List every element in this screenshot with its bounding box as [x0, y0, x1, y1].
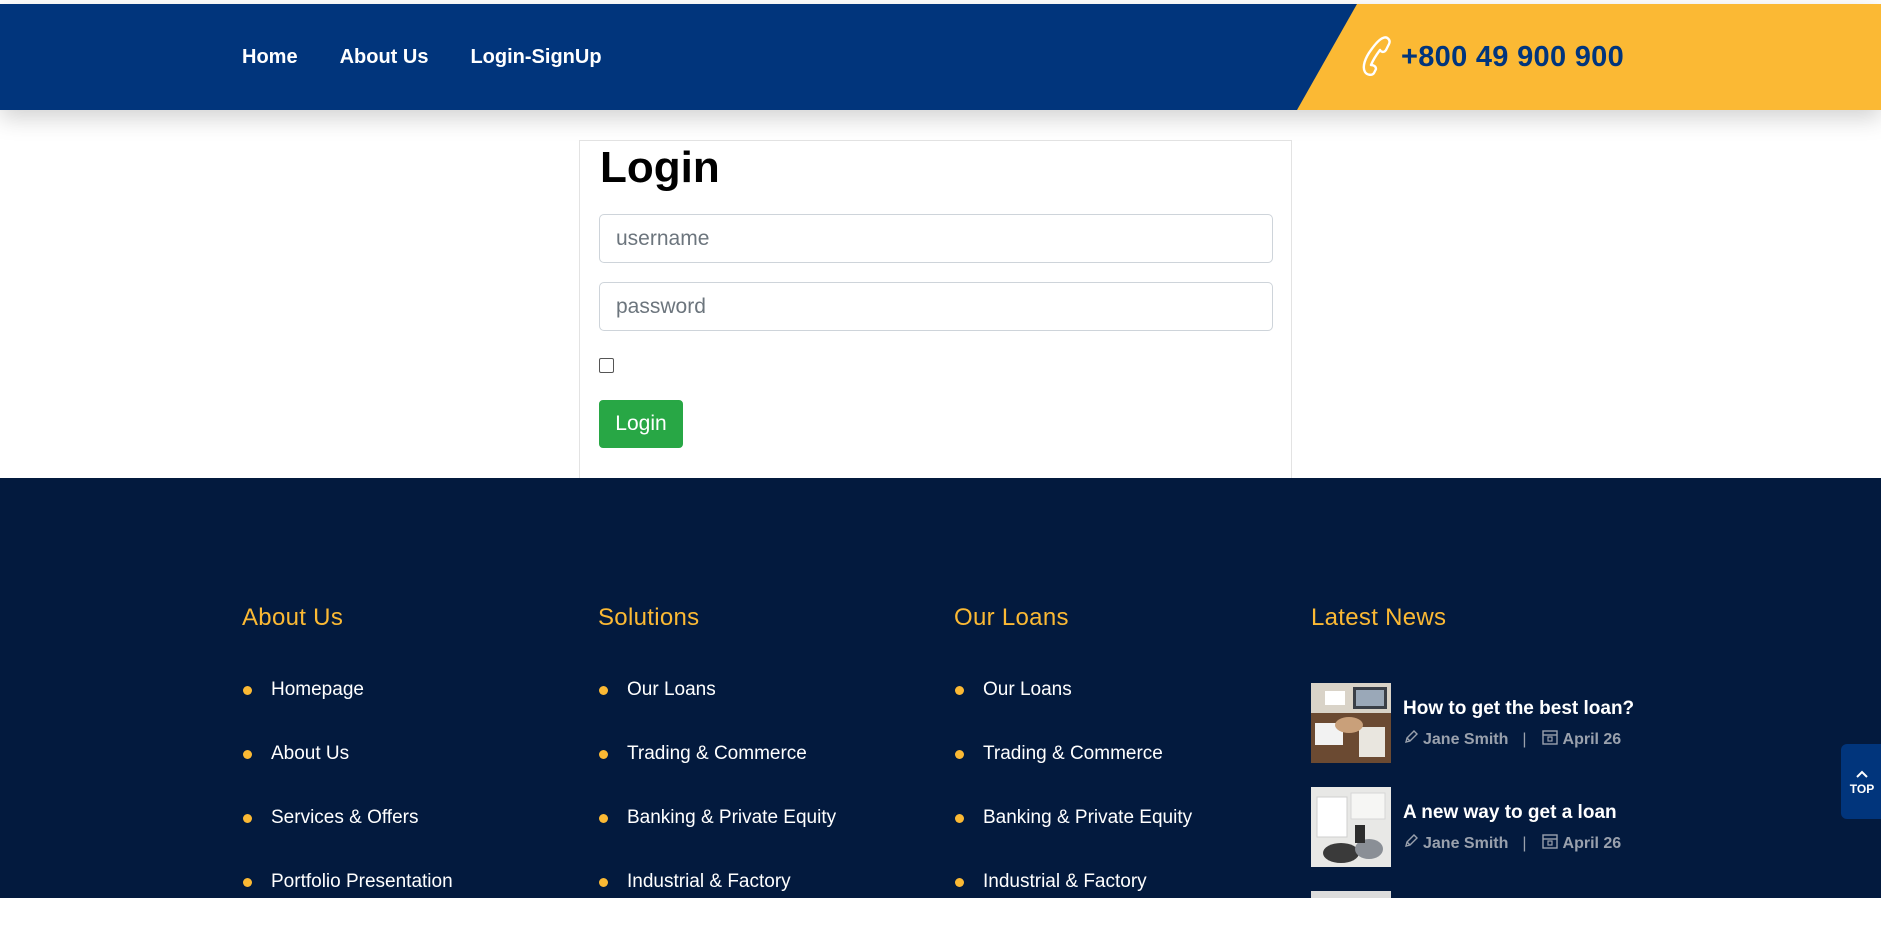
site-header: Home About Us Login-SignUp +800 49 900 9…	[0, 4, 1881, 110]
pencil-icon	[1403, 729, 1423, 750]
list-item: Homepage	[242, 679, 453, 743]
news-date: April 26	[1562, 834, 1622, 852]
password-input[interactable]	[599, 282, 1273, 331]
footer-link-banking[interactable]: Banking & Private Equity	[627, 807, 836, 828]
nav-login-signup[interactable]: Login-SignUp	[470, 46, 601, 69]
footer-link-our-loans[interactable]: Our Loans	[627, 679, 716, 700]
news-meta: Jane Smith | April 26	[1403, 832, 1621, 855]
news-thumbnail[interactable]	[1311, 683, 1391, 763]
list-item: Services & Offers	[242, 807, 453, 871]
login-form: Login Login	[579, 140, 1292, 480]
news-item[interactable]: A new way to get a loan Jane Smith | Apr…	[1311, 787, 1641, 867]
footer-about-title: About Us	[242, 604, 344, 631]
footer-link-banking[interactable]: Banking & Private Equity	[983, 807, 1192, 828]
news-item[interactable]	[1311, 891, 1641, 898]
footer-solutions-list: Our Loans Trading & Commerce Banking & P…	[598, 679, 836, 935]
nav-home[interactable]: Home	[242, 46, 298, 69]
list-item: Industrial & Factory	[954, 871, 1192, 935]
list-item: Trading & Commerce	[598, 743, 836, 807]
meta-separator: |	[1522, 834, 1527, 852]
calendar-icon	[1541, 832, 1563, 855]
footer-about-column: About Us Homepage About Us Services & Of…	[242, 604, 453, 935]
news-author: Jane Smith	[1423, 730, 1509, 748]
remember-checkbox[interactable]	[599, 358, 614, 373]
meta-separator: |	[1522, 730, 1527, 748]
news-title[interactable]: A new way to get a loan	[1403, 802, 1617, 824]
list-item: Our Loans	[598, 679, 836, 743]
chevron-up-icon	[1855, 768, 1869, 782]
footer-news-title: Latest News	[1311, 604, 1447, 631]
news-meta: Jane Smith | April 26	[1403, 728, 1621, 751]
footer-loans-title: Our Loans	[954, 604, 1069, 631]
phone-banner: +800 49 900 900	[1297, 4, 1881, 110]
back-to-top-button[interactable]: TOP	[1841, 744, 1881, 819]
news-author: Jane Smith	[1423, 834, 1509, 852]
footer-solutions-column: Solutions Our Loans Trading & Commerce B…	[598, 604, 836, 935]
footer-link-portfolio[interactable]: Portfolio Presentation	[271, 871, 453, 892]
list-item: Trading & Commerce	[954, 743, 1192, 807]
footer-loans-column: Our Loans Our Loans Trading & Commerce B…	[954, 604, 1192, 935]
footer-link-about-us[interactable]: About Us	[271, 743, 349, 764]
news-title[interactable]: How to get the best loan?	[1403, 698, 1634, 720]
list-item: Banking & Private Equity	[954, 807, 1192, 871]
news-thumbnail[interactable]	[1311, 787, 1391, 867]
list-item: Portfolio Presentation	[242, 871, 453, 935]
footer-link-homepage[interactable]: Homepage	[271, 679, 364, 700]
footer-link-industrial[interactable]: Industrial & Factory	[983, 871, 1147, 892]
footer-link-trading[interactable]: Trading & Commerce	[627, 743, 807, 764]
username-input[interactable]	[599, 214, 1273, 263]
back-to-top-label: TOP	[1849, 781, 1875, 796]
phone-icon	[1359, 34, 1401, 81]
list-item: Our Loans	[954, 679, 1192, 743]
list-item: Banking & Private Equity	[598, 807, 836, 871]
news-date: April 26	[1562, 730, 1622, 748]
footer-link-trading[interactable]: Trading & Commerce	[983, 743, 1163, 764]
footer-link-our-loans[interactable]: Our Loans	[983, 679, 1072, 700]
main-nav: Home About Us Login-SignUp	[242, 4, 602, 110]
calendar-icon	[1541, 728, 1563, 751]
phone-number[interactable]: +800 49 900 900	[1401, 41, 1624, 74]
footer-link-industrial[interactable]: Industrial & Factory	[627, 871, 791, 892]
news-item[interactable]: How to get the best loan? Jane Smith | A…	[1311, 683, 1641, 763]
list-item: About Us	[242, 743, 453, 807]
pencil-icon	[1403, 833, 1423, 854]
footer-solutions-title: Solutions	[598, 604, 700, 631]
footer-about-list: Homepage About Us Services & Offers Port…	[242, 679, 453, 935]
footer-link-services[interactable]: Services & Offers	[271, 807, 418, 828]
list-item: Industrial & Factory	[598, 871, 836, 935]
footer-loans-list: Our Loans Trading & Commerce Banking & P…	[954, 679, 1192, 935]
login-title: Login	[600, 143, 720, 192]
login-button[interactable]: Login	[599, 400, 683, 448]
news-thumbnail[interactable]	[1311, 891, 1391, 898]
nav-about-us[interactable]: About Us	[340, 46, 429, 69]
site-footer: About Us Homepage About Us Services & Of…	[0, 478, 1881, 898]
footer-news-column: Latest News	[1311, 604, 1446, 632]
